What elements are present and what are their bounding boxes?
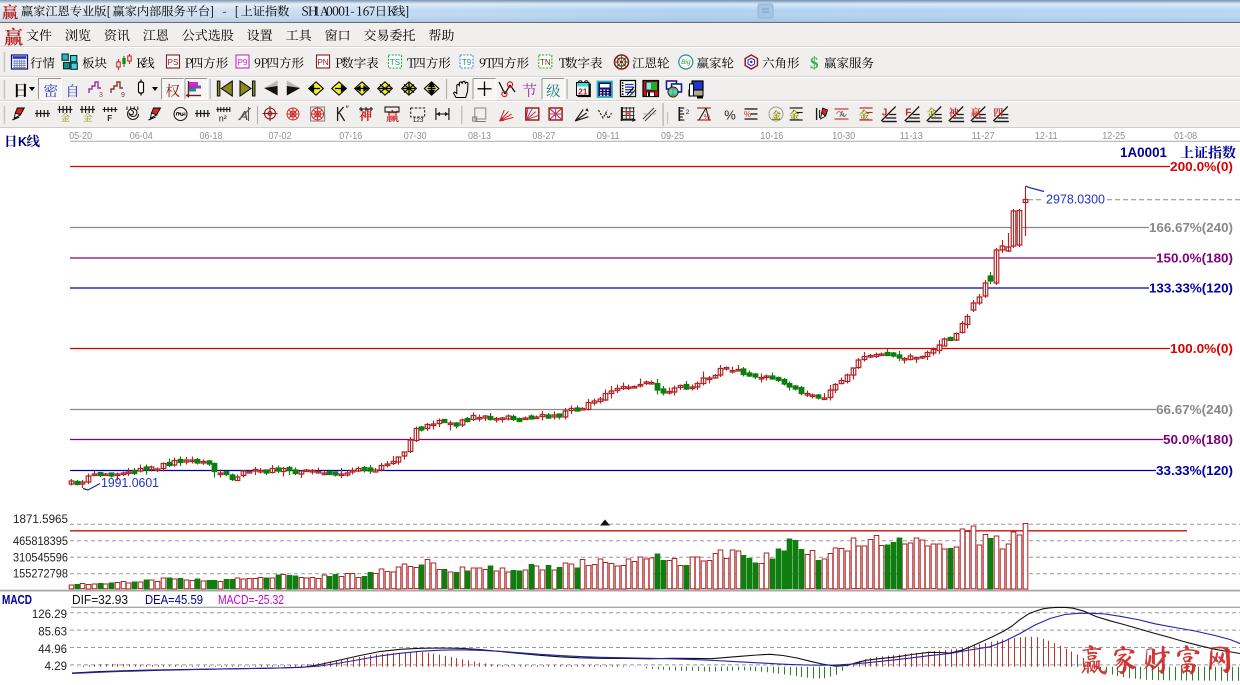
svg-text:09-11: 09-11 [597, 130, 620, 142]
svg-text:%: % [704, 112, 711, 121]
svg-text:09-25: 09-25 [661, 130, 684, 142]
svg-text:06-18: 06-18 [200, 130, 223, 142]
svg-text:1991.0601: 1991.0601 [101, 475, 159, 490]
svg-text:01-08: 01-08 [1174, 130, 1197, 142]
svg-text:DIF=32.93: DIF=32.93 [72, 593, 128, 607]
svg-text:44.96: 44.96 [38, 644, 67, 656]
svg-text:11-13: 11-13 [900, 130, 923, 142]
svg-text:2978.0300: 2978.0300 [1046, 192, 1105, 207]
svg-text:200.0%(0): 200.0%(0) [1170, 160, 1233, 174]
svg-text:07-30: 07-30 [404, 130, 427, 142]
svg-text:%: % [744, 110, 751, 119]
svg-text:150.0%(180): 150.0%(180) [1156, 252, 1233, 266]
svg-text:Big: Big [681, 59, 691, 66]
svg-text:n²: n² [219, 114, 227, 124]
svg-text:50.0%(180): 50.0%(180) [1163, 433, 1233, 447]
svg-text:4.29: 4.29 [45, 661, 67, 673]
svg-text:J: J [882, 108, 888, 119]
svg-text:12-25: 12-25 [1102, 130, 1125, 142]
svg-text:08-13: 08-13 [468, 130, 491, 142]
svg-text:A: A [840, 110, 846, 119]
svg-text:1A0001: 1A0001 [1120, 145, 1167, 160]
svg-text:%: % [724, 108, 736, 123]
svg-text:PN: PN [317, 58, 328, 67]
svg-text:05-20: 05-20 [69, 130, 92, 142]
svg-text:TS: TS [390, 58, 400, 67]
svg-text:166.67%(240): 166.67%(240) [1149, 221, 1233, 235]
svg-text:126.29: 126.29 [32, 609, 67, 621]
svg-text:123: 123 [413, 117, 424, 124]
svg-text:85.63: 85.63 [38, 626, 67, 638]
svg-text:DEA=45.59: DEA=45.59 [145, 593, 203, 607]
svg-text:$: $ [810, 54, 819, 73]
svg-text:PS: PS [168, 58, 179, 67]
svg-text:1871.5965: 1871.5965 [13, 514, 68, 526]
svg-text:10-16: 10-16 [760, 130, 783, 142]
svg-text:11-27: 11-27 [972, 130, 995, 142]
svg-text:P9: P9 [238, 58, 248, 67]
svg-text:06-04: 06-04 [130, 130, 153, 142]
svg-text:9: 9 [121, 92, 125, 99]
svg-text:F: F [107, 114, 112, 124]
svg-text:10-30: 10-30 [832, 130, 855, 142]
svg-text:MACD: MACD [2, 592, 32, 607]
svg-text:08-27: 08-27 [532, 130, 555, 142]
svg-text:100.0%(0): 100.0%(0) [1170, 342, 1233, 356]
svg-text:07-16: 07-16 [339, 130, 362, 142]
svg-text:66.67%(240): 66.67%(240) [1156, 403, 1233, 417]
svg-text:12-11: 12-11 [1035, 130, 1058, 142]
svg-text:K: K [18, 135, 27, 149]
svg-text:F: F [905, 108, 911, 119]
svg-text:21: 21 [578, 87, 588, 97]
svg-text:33.33%(120): 33.33%(120) [1156, 464, 1233, 478]
svg-text:133.33%(120): 133.33%(120) [1149, 282, 1233, 296]
svg-text:310545596: 310545596 [13, 552, 68, 564]
svg-text:155272798: 155272798 [13, 569, 68, 581]
svg-text:TN: TN [540, 58, 551, 67]
svg-text:2: 2 [686, 109, 690, 116]
svg-text:T9: T9 [462, 58, 472, 67]
svg-text:465818395: 465818395 [13, 536, 68, 548]
svg-text:3: 3 [99, 92, 103, 99]
svg-text:07-02: 07-02 [269, 130, 292, 142]
svg-text:MACD=-25.32: MACD=-25.32 [218, 593, 284, 607]
